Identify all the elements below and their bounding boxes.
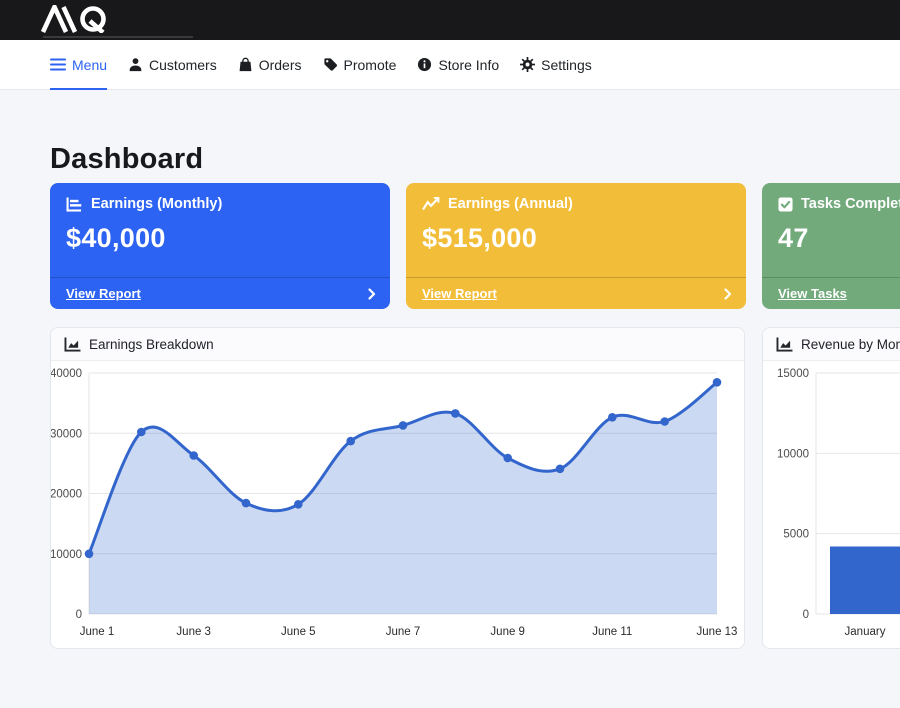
svg-text:0: 0 — [76, 609, 82, 621]
svg-text:15000: 15000 — [777, 368, 809, 380]
svg-text:June 1: June 1 — [80, 626, 115, 638]
logo-underline — [43, 36, 193, 38]
stat-card-value: 47 — [762, 212, 900, 254]
tasks-completed-card[interactable]: Tasks Completed 47 View Tasks — [762, 183, 900, 309]
nav-item-promote[interactable]: Promote — [323, 40, 397, 89]
hamburger-icon — [50, 58, 66, 71]
main-nav: Menu Customers Orders Promote Store Info… — [0, 40, 900, 90]
chevron-right-icon — [368, 288, 376, 300]
view-report-link[interactable]: View Report — [406, 277, 746, 309]
svg-text:40000: 40000 — [51, 368, 82, 380]
info-icon — [417, 57, 432, 72]
earnings-annual-card[interactable]: Earnings (Annual) $515,000 View Report — [406, 183, 746, 309]
nav-item-label: Menu — [72, 57, 107, 73]
revenue-by-month-chart[interactable]: 0 5000 10000 15000 January — [763, 361, 900, 648]
main-content: Dashboard Earnings (Monthly) $40,000 Vie… — [0, 143, 900, 649]
svg-text:June 3: June 3 — [176, 626, 211, 638]
svg-text:0: 0 — [803, 609, 809, 621]
view-tasks-link[interactable]: View Tasks — [762, 277, 900, 309]
nav-item-store-info[interactable]: Store Info — [417, 40, 499, 89]
svg-text:June 5: June 5 — [281, 626, 316, 638]
topbar — [0, 0, 900, 40]
nav-item-settings[interactable]: Settings — [520, 40, 592, 89]
revenue-by-month-card: Revenue by Month 0 5000 10000 15000 January — [762, 327, 900, 649]
nav-item-orders[interactable]: Orders — [238, 40, 302, 89]
svg-text:5000: 5000 — [783, 529, 809, 541]
svg-text:30000: 30000 — [51, 428, 82, 440]
stat-card-title: Earnings (Annual) — [448, 196, 573, 212]
charts-row: Earnings Breakdown 0 10000 20000 30000 40000… — [50, 327, 900, 649]
stat-card-value: $515,000 — [406, 212, 746, 254]
nav-item-customers[interactable]: Customers — [128, 40, 217, 89]
page-title: Dashboard — [50, 143, 900, 176]
svg-text:June 11: June 11 — [592, 626, 632, 638]
view-report-link[interactable]: View Report — [50, 277, 390, 309]
stat-card-title: Earnings (Monthly) — [91, 196, 222, 212]
chart-title: Revenue by Month — [801, 337, 900, 352]
earnings-breakdown-chart[interactable]: 0 10000 20000 30000 40000 June 1 June 3 June 5 J… — [51, 361, 744, 648]
svg-text:January: January — [845, 626, 886, 638]
nav-item-menu[interactable]: Menu — [50, 40, 107, 89]
chart-line-icon — [422, 197, 440, 211]
svg-text:10000: 10000 — [777, 448, 809, 460]
svg-text:20000: 20000 — [51, 489, 82, 501]
earnings-monthly-card[interactable]: Earnings (Monthly) $40,000 View Report — [50, 183, 390, 309]
tag-icon — [323, 57, 338, 72]
earnings-breakdown-card: Earnings Breakdown 0 10000 20000 30000 40000… — [50, 327, 745, 649]
stat-cards-row: Earnings (Monthly) $40,000 View Report E… — [50, 183, 900, 309]
chart-title: Earnings Breakdown — [89, 337, 214, 352]
chart-bar-icon — [66, 197, 83, 212]
nav-item-label: Promote — [344, 57, 397, 73]
chevron-right-icon — [724, 288, 732, 300]
nav-item-label: Orders — [259, 57, 302, 73]
gear-icon — [520, 57, 535, 72]
check-square-icon — [778, 197, 793, 212]
revenue-by-month-header: Revenue by Month — [763, 328, 900, 361]
chart-area-icon — [64, 337, 81, 352]
person-icon — [128, 57, 143, 72]
bag-icon — [238, 57, 253, 72]
earnings-breakdown-header: Earnings Breakdown — [51, 328, 744, 361]
nav-item-label: Store Info — [438, 57, 499, 73]
stat-card-value: $40,000 — [50, 212, 390, 254]
svg-text:10000: 10000 — [51, 549, 82, 561]
brand-logo[interactable] — [40, 5, 132, 33]
nav-item-label: Settings — [541, 57, 592, 73]
dashboard-screen: Menu Customers Orders Promote Store Info… — [0, 0, 900, 708]
nav-item-label: Customers — [149, 57, 217, 73]
svg-text:June 9: June 9 — [490, 626, 525, 638]
chart-area-icon — [776, 337, 793, 352]
svg-text:June 7: June 7 — [386, 626, 421, 638]
stat-card-title: Tasks Completed — [801, 196, 900, 212]
svg-text:June 13: June 13 — [697, 626, 738, 638]
